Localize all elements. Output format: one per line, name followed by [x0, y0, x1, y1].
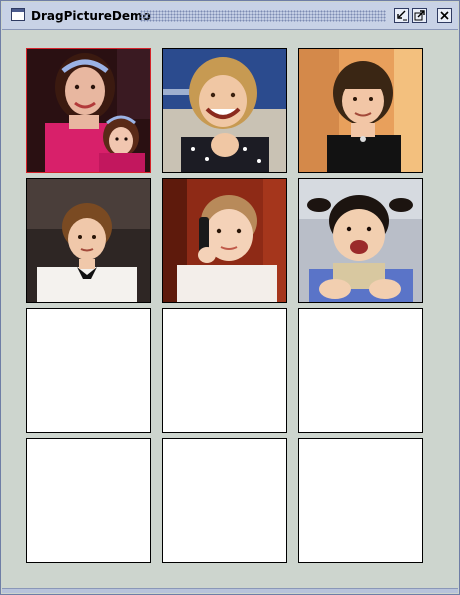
picture-panel: [5, 31, 456, 591]
girl-with-doll-picture: [27, 49, 150, 172]
iconify-button[interactable]: [394, 8, 409, 23]
picture-cell-6[interactable]: [298, 178, 423, 303]
picture-cell-2[interactable]: [162, 48, 287, 173]
java-window-icon[interactable]: [11, 8, 25, 21]
title-bar[interactable]: DragPictureDemo: [2, 2, 458, 30]
maximize-icon: [414, 10, 425, 21]
iconify-icon: [397, 10, 407, 21]
app-window: DragPictureDemo: [0, 0, 460, 595]
picture-cell-1[interactable]: [26, 48, 151, 173]
baby-with-pigtails-picture: [299, 179, 422, 302]
picture-cell-5[interactable]: [162, 178, 287, 303]
maximize-button[interactable]: [412, 8, 427, 23]
toddler-with-phone-picture: [163, 179, 286, 302]
picture-cell-8[interactable]: [162, 308, 287, 433]
picture-cell-12[interactable]: [298, 438, 423, 563]
girl-with-bangs-picture: [299, 49, 422, 172]
picture-cell-7[interactable]: [26, 308, 151, 433]
picture-cell-10[interactable]: [26, 438, 151, 563]
boy-in-white-suit-picture: [27, 179, 150, 302]
picture-cell-9[interactable]: [298, 308, 423, 433]
window-bottom-border[interactable]: [2, 588, 458, 593]
picture-cell-3[interactable]: [298, 48, 423, 173]
close-icon: [440, 11, 449, 20]
close-button[interactable]: [437, 8, 452, 23]
window-title: DragPictureDemo: [31, 9, 151, 23]
picture-cell-4[interactable]: [26, 178, 151, 303]
blonde-girl-smiling-picture: [163, 49, 286, 172]
title-bar-grip[interactable]: [140, 10, 386, 22]
picture-cell-11[interactable]: [162, 438, 287, 563]
